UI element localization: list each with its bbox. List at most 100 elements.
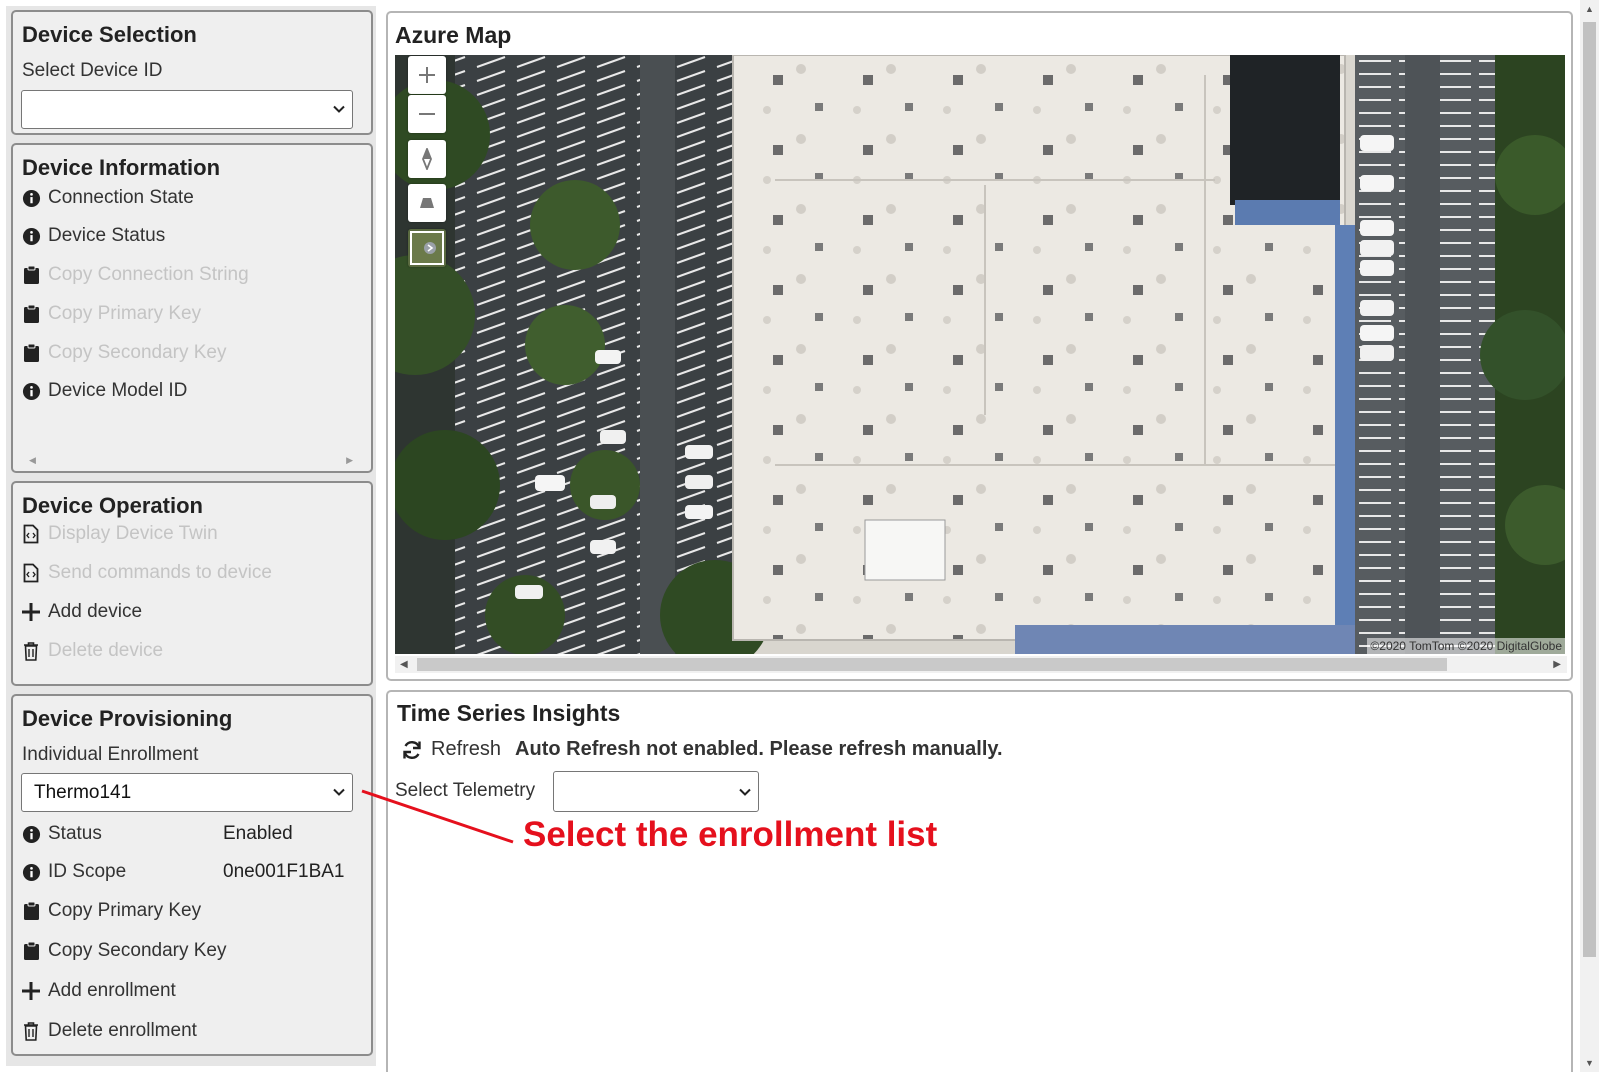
scroll-left-icon[interactable]: ◀ [29,455,36,466]
clipboard-icon [21,941,41,961]
individual-enrollment-label: Individual Enrollment [22,744,199,765]
compass-icon [422,148,432,170]
map-hscrollbar[interactable]: ◀ ▶ [395,656,1567,673]
map-attribution: ©2020 TomTom ©2020 DigitalGlobe [1367,638,1565,654]
device-model-id-item[interactable]: Device Model ID [21,376,187,406]
refresh-label: Refresh [431,738,502,760]
device-provisioning-title: Device Provisioning [22,706,233,731]
select-device-id-label: Select Device ID [22,60,163,81]
refresh-icon [403,740,421,759]
enrollment-select[interactable]: Thermo141 [21,773,353,812]
satellite-imagery [395,55,1565,654]
scroll-left-icon[interactable]: ◀ [400,659,408,670]
display-device-twin-label: Display Device Twin [48,523,218,544]
scroll-right-icon[interactable]: ▶ [1553,659,1561,670]
azure-map-title: Azure Map [395,22,512,48]
device-operation-title: Device Operation [22,493,203,518]
page-vscrollbar[interactable]: ▲ ▼ [1580,0,1599,1072]
map-canvas[interactable]: ©2020 TomTom ©2020 DigitalGlobe [395,55,1565,654]
zoom-in-button[interactable] [408,56,446,94]
zoom-in-icon [419,67,435,83]
send-commands-label: Send commands to device [48,562,272,583]
scroll-up-icon[interactable]: ▲ [1585,4,1594,14]
zoom-out-button[interactable] [408,95,446,133]
device-status-item[interactable]: Device Status [21,221,165,251]
clipboard-icon [21,304,41,324]
enrollment-copy-secondary-key-label: Copy Secondary Key [48,940,227,961]
id-scope-value: 0ne001F1BA1 [223,861,345,882]
tsi-title: Time Series Insights [397,700,621,726]
pitch-icon [420,198,434,208]
enrollment-select-value: Thermo141 [34,782,132,803]
connection-state-item[interactable]: Connection State [21,183,194,213]
clipboard-icon [21,343,41,363]
chevron-down-icon [333,788,345,796]
device-selection-panel: Device Selection Select Device ID [11,10,373,135]
plus-icon [21,602,41,622]
send-commands-item[interactable]: Send commands to device [21,558,272,588]
enrollment-copy-secondary-key-item[interactable]: Copy Secondary Key [21,936,227,966]
enrollment-copy-primary-key-item[interactable]: Copy Primary Key [21,896,201,926]
info-icon [21,226,41,246]
copy-connection-string-label: Copy Connection String [48,264,249,285]
scroll-right-icon[interactable]: ▶ [346,455,353,466]
select-telemetry-label: Select Telemetry [395,780,536,801]
device-information-panel: Device Information Connection State Devi… [11,143,373,473]
device-selection-title: Device Selection [22,22,197,47]
connection-state-label: Connection State [48,187,194,208]
map-scroll-thumb[interactable] [417,658,1447,671]
chevron-down-icon [739,788,751,796]
enrollment-copy-primary-key-label: Copy Primary Key [48,900,202,921]
map-style-icon [410,231,444,265]
info-icon [21,824,41,844]
device-info-hscrollbar[interactable]: ◀ ▶ [23,453,353,467]
code-file-icon [21,524,41,544]
status-label: Status [48,823,102,844]
refresh-button[interactable]: Refresh [401,738,501,761]
scroll-down-icon[interactable]: ▼ [1585,1058,1594,1068]
add-device-item[interactable]: Add device [21,597,142,627]
device-model-id-label: Device Model ID [48,380,188,401]
clipboard-icon [21,265,41,285]
map-style-button[interactable] [408,229,446,267]
plus-icon [21,981,41,1001]
code-file-icon [21,563,41,583]
left-sidebar: Device Selection Select Device ID Device… [0,0,382,1072]
copy-secondary-key-item[interactable]: Copy Secondary Key [21,338,227,368]
delete-device-label: Delete device [48,640,164,661]
delete-enrollment-item[interactable]: Delete enrollment [21,1016,197,1046]
info-icon [21,188,41,208]
display-device-twin-item[interactable]: Display Device Twin [21,519,218,549]
copy-connection-string-item[interactable]: Copy Connection String [21,260,249,290]
id-scope-label: ID Scope [48,861,127,882]
info-icon [21,862,41,882]
zoom-out-icon [419,113,435,115]
info-icon [21,381,41,401]
delete-enrollment-label: Delete enrollment [48,1020,197,1041]
add-enrollment-label: Add enrollment [48,980,176,1001]
auto-refresh-note: Auto Refresh not enabled. Please refresh… [515,738,1003,760]
device-id-select[interactable] [21,90,353,129]
trash-icon [21,1021,41,1041]
page-scroll-thumb[interactable] [1583,22,1596,957]
pitch-button[interactable] [408,184,446,222]
device-provisioning-panel: Device Provisioning Individual Enrollmen… [11,694,373,1056]
device-status-label: Device Status [48,225,166,246]
compass-button[interactable] [408,140,446,178]
tsi-refresh-row: Refresh Auto Refresh not enabled. Please… [401,738,1003,761]
annotation-callout: Select the enrollment list [523,815,938,854]
chevron-down-icon [333,105,345,113]
device-information-title: Device Information [22,155,221,180]
telemetry-select[interactable] [553,771,759,812]
id-scope-row: ID Scope 0ne001F1BA1 [21,857,361,887]
copy-secondary-key-label: Copy Secondary Key [48,342,227,363]
enrollment-status-row: Status Enabled [21,819,361,849]
clipboard-icon [21,901,41,921]
add-enrollment-item[interactable]: Add enrollment [21,976,176,1006]
copy-primary-key-label: Copy Primary Key [48,303,202,324]
delete-device-item[interactable]: Delete device [21,636,163,666]
copy-primary-key-item[interactable]: Copy Primary Key [21,299,201,329]
device-operation-panel: Device Operation Display Device Twin Sen… [11,481,373,686]
add-device-label: Add device [48,601,143,622]
trash-icon [21,641,41,661]
